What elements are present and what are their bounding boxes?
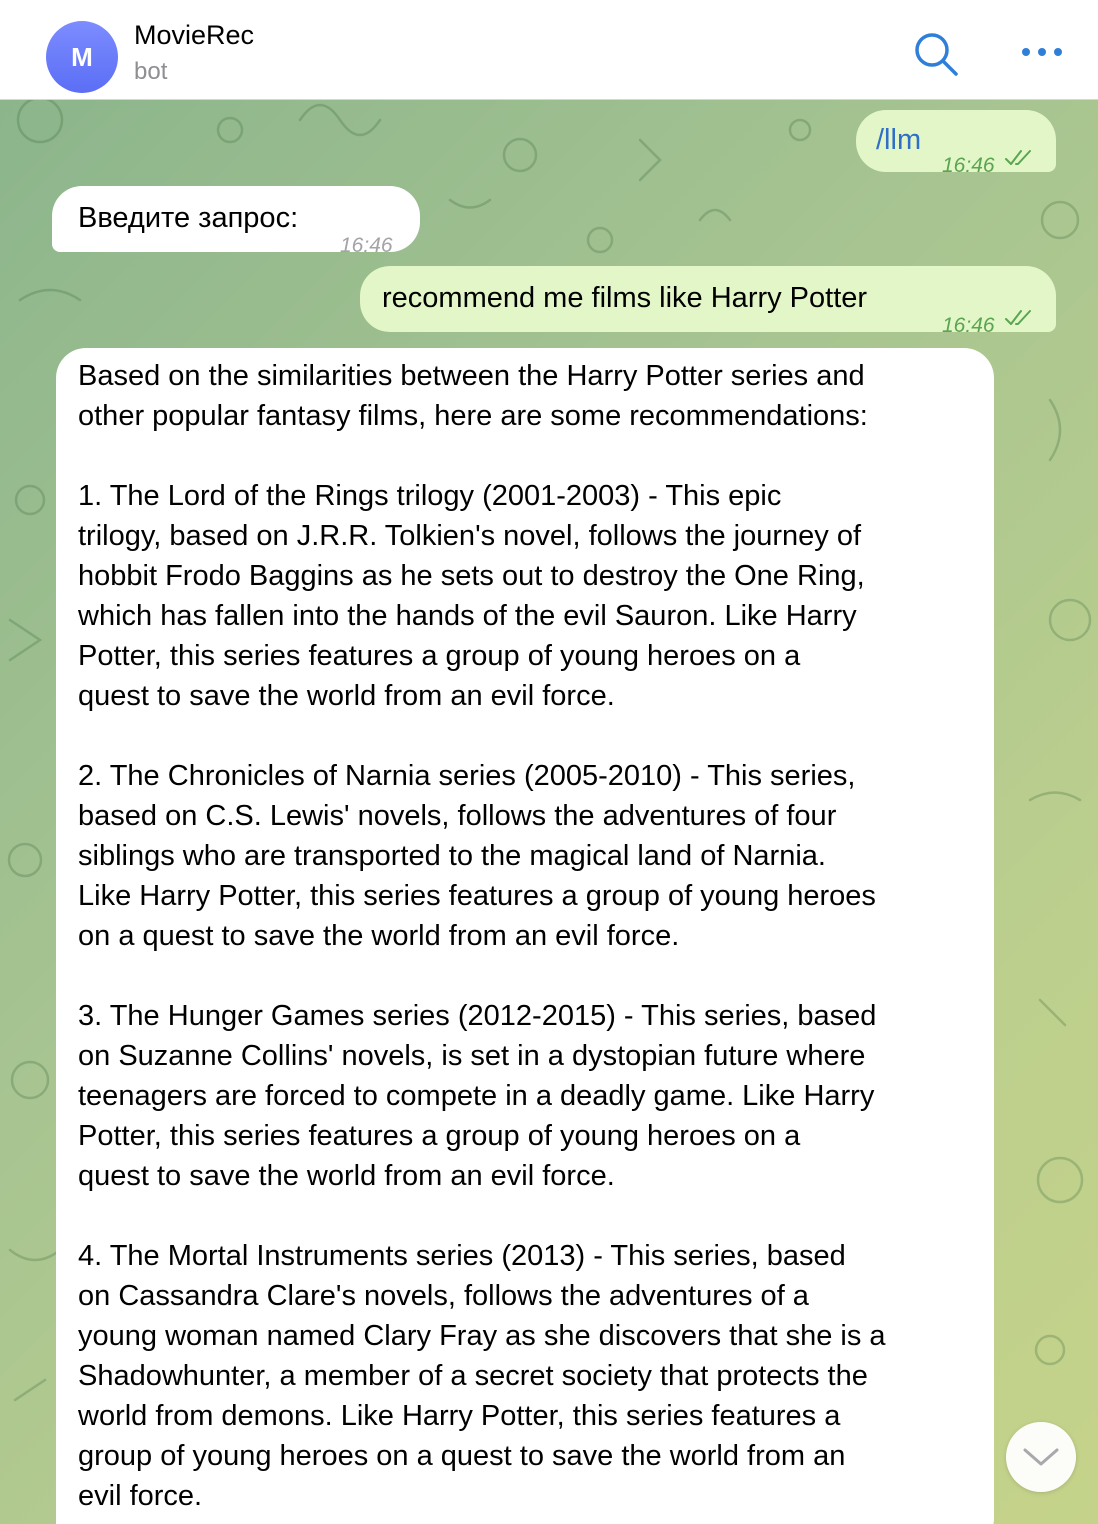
- chat-area[interactable]: /llm 16:46 Введите запрос: 16:46 recomme…: [0, 100, 1098, 1524]
- search-icon: [915, 33, 958, 76]
- message-time: 16:46: [942, 154, 995, 177]
- message-text: /llm: [876, 124, 922, 156]
- more-options-button[interactable]: [1014, 30, 1070, 74]
- message-text: Based on the similarities between the Ha…: [78, 360, 886, 1512]
- avatar[interactable]: M: [46, 21, 118, 93]
- message-time: 16:46: [340, 234, 393, 257]
- chat-header: M MovieRec bot: [0, 0, 1098, 100]
- more-dots-icon: [1022, 48, 1062, 56]
- message-text: recommend me films like Harry Potter: [382, 282, 868, 314]
- message-bubble-incoming[interactable]: Введите запрос: 16:46: [52, 186, 420, 257]
- message-bubble-outgoing[interactable]: /llm 16:46: [856, 110, 1056, 177]
- message-text: Введите запрос:: [78, 202, 299, 234]
- chevron-down-icon: [1023, 1448, 1059, 1466]
- read-check-icon: [1005, 310, 1031, 325]
- message-time: 16:46: [942, 314, 995, 337]
- chat-title[interactable]: MovieRec: [134, 20, 254, 51]
- message-bubble-incoming[interactable]: Based on the similarities between the Ha…: [56, 348, 994, 1524]
- search-button[interactable]: [908, 26, 964, 82]
- scroll-down-button[interactable]: [1006, 1422, 1076, 1492]
- chat-subtitle: bot: [134, 58, 168, 85]
- message-bubble-outgoing[interactable]: recommend me films like Harry Potter 16:…: [360, 266, 1056, 337]
- read-check-icon: [1005, 150, 1031, 165]
